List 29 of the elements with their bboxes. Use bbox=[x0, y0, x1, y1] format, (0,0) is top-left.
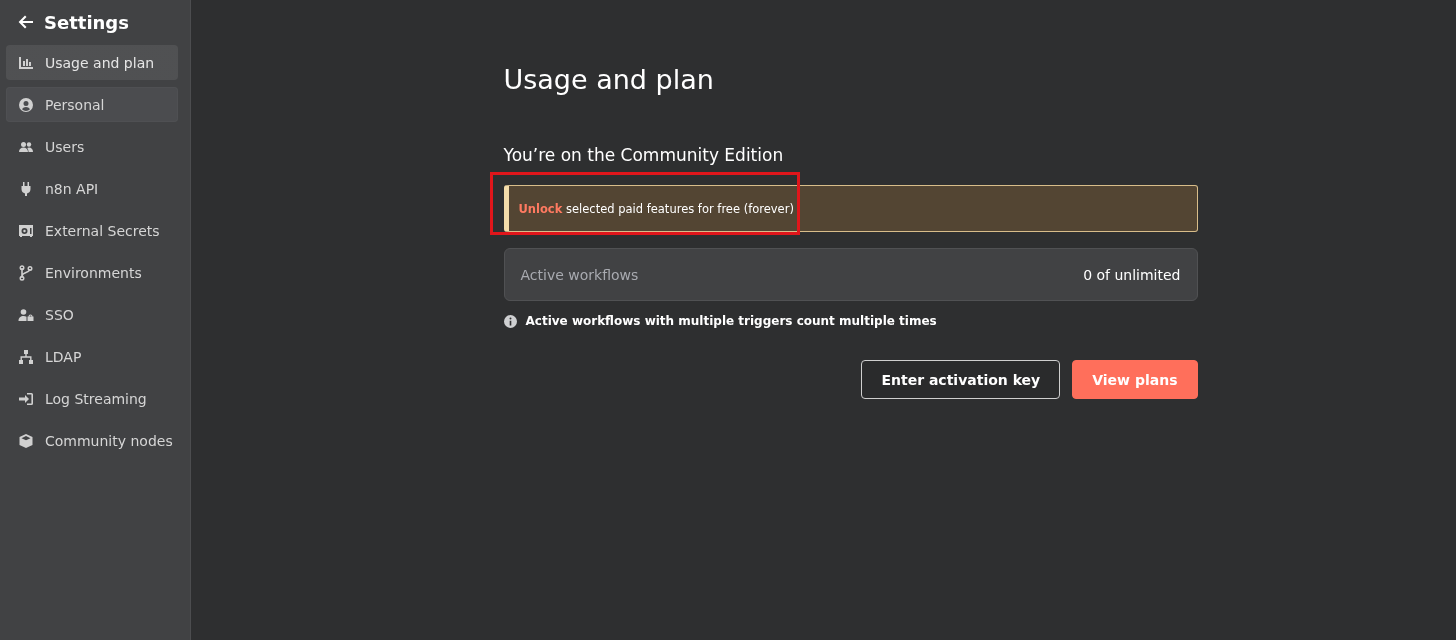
sidebar-item[interactable]: Users bbox=[6, 129, 178, 164]
cube-icon bbox=[18, 432, 34, 449]
activation-key-button[interactable]: Enter activation key bbox=[861, 360, 1061, 399]
page-title: Usage and plan bbox=[503, 64, 715, 95]
sidebar-item[interactable]: n8n API bbox=[6, 171, 178, 206]
usage-label: Active workflows bbox=[520, 266, 639, 283]
sidebar-item[interactable]: LDAP bbox=[6, 339, 178, 374]
sidebar-title: Settings bbox=[44, 11, 129, 33]
section-heading: You’re on the Community Edition bbox=[503, 145, 785, 165]
chart-icon bbox=[18, 54, 34, 71]
callout-text: Unlock selected paid features for free (forever) bbox=[518, 201, 794, 216]
network-icon bbox=[18, 348, 34, 365]
sidebar-item[interactable]: Personal bbox=[6, 87, 178, 122]
userlock-icon bbox=[18, 306, 34, 323]
branch-icon bbox=[18, 264, 34, 281]
vault-icon bbox=[18, 222, 34, 239]
sidebar-item[interactable]: Community nodes bbox=[6, 423, 178, 458]
usage-value: 0 of unlimited bbox=[1083, 266, 1181, 283]
info-text: Active workflows with multiple triggers count multiple times bbox=[525, 314, 937, 328]
info-icon bbox=[503, 314, 517, 328]
signin-icon bbox=[18, 390, 34, 407]
person-icon bbox=[18, 96, 34, 113]
sidebar-item[interactable]: Environments bbox=[6, 255, 178, 290]
unlock-link[interactable]: Unlock bbox=[518, 201, 563, 216]
sidebar-item[interactable]: External Secrets bbox=[6, 213, 178, 248]
sidebar-item[interactable]: SSO bbox=[6, 297, 178, 332]
sidebar-item[interactable]: Log Streaming bbox=[6, 381, 178, 416]
sidebar-item[interactable]: Usage and plan bbox=[6, 45, 178, 80]
back-arrow-icon[interactable] bbox=[18, 14, 34, 30]
